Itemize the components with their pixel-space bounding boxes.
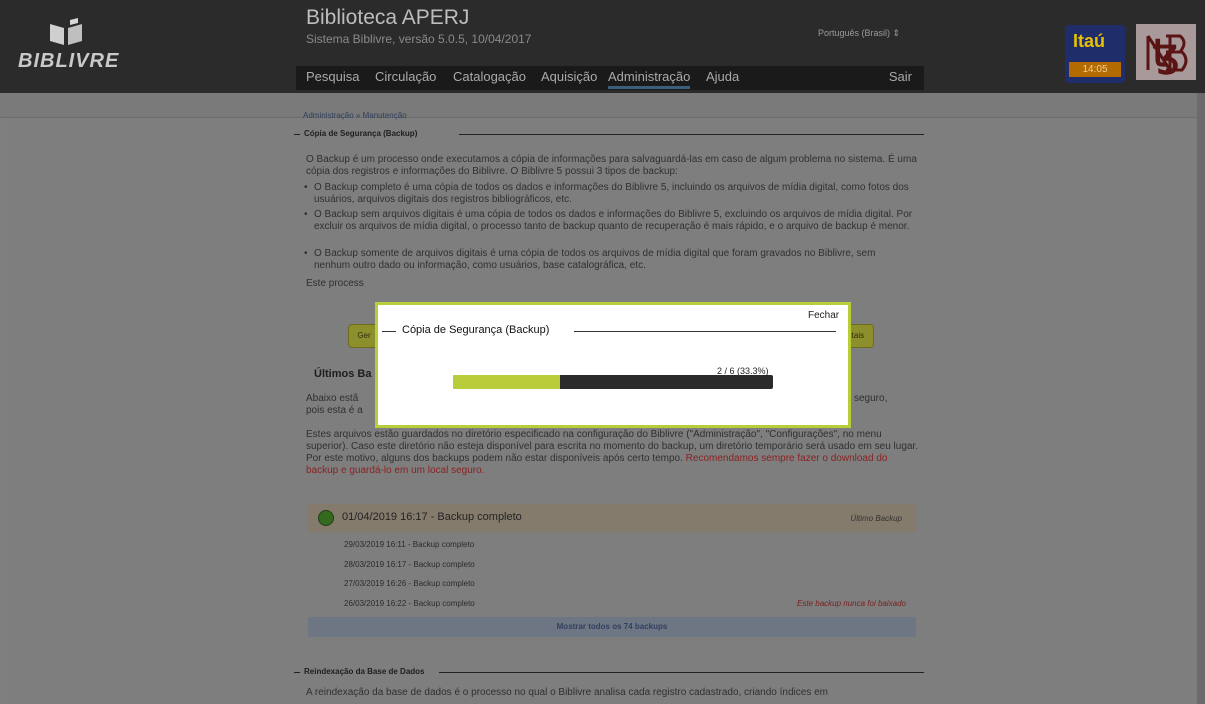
menu-pesquisa[interactable]: Pesquisa bbox=[306, 69, 359, 84]
book-icon bbox=[50, 18, 82, 45]
dialog-rule bbox=[574, 331, 836, 332]
menu-ajuda[interactable]: Ajuda bbox=[706, 69, 739, 84]
reindex-text: A reindexação da base de dados é o proce… bbox=[306, 687, 828, 698]
backup-progress-dialog: Fechar Cópia de Segurança (Backup) 2 / 6… bbox=[375, 302, 851, 428]
language-select[interactable]: Português (Brasil) ⇕ bbox=[818, 28, 900, 39]
bullet-full-backup: O Backup completo é uma cópia de todos o… bbox=[304, 182, 914, 206]
menu-aquisicao[interactable]: Aquisição bbox=[541, 69, 597, 84]
biblivre-logo[interactable]: BIBLIVRE bbox=[10, 10, 150, 85]
breadcrumb[interactable]: Administração » Manutenção bbox=[303, 111, 407, 120]
storage-info: Estes arquivos estão guardados no diretó… bbox=[306, 429, 918, 477]
backup-list-item[interactable]: 26/03/2019 16:22 - Backup completo bbox=[344, 599, 475, 608]
breadcrumb-strip bbox=[0, 93, 1205, 118]
backup-list-item[interactable]: 29/03/2019 16:11 - Backup completo bbox=[344, 540, 474, 549]
clock: 14:05 bbox=[1069, 62, 1121, 77]
top-header: BIBLIVRE Biblioteca APERJ Sistema Bibliv… bbox=[0, 0, 1205, 93]
bullet-digital-only-backup: O Backup somente de arquivos digitais é … bbox=[304, 248, 914, 272]
dialog-title: Cópia de Segurança (Backup) bbox=[398, 324, 554, 336]
itau-badge: Itaú 14:05 bbox=[1065, 25, 1125, 83]
bank-logo: ꜩ bbox=[1136, 24, 1196, 80]
main-menu: Pesquisa Circulação Catalogação Aquisiçã… bbox=[296, 66, 924, 90]
logo-text: BIBLIVRE bbox=[18, 50, 120, 72]
backup-list-item[interactable]: 28/03/2019 16:17 - Backup completo bbox=[344, 560, 475, 569]
close-dialog-button[interactable]: Fechar bbox=[808, 310, 839, 321]
menu-administracao[interactable]: Administração bbox=[608, 69, 691, 89]
fieldset-rule bbox=[294, 134, 300, 135]
bullet-no-digital-backup: O Backup sem arquivos digitais é uma cóp… bbox=[304, 209, 914, 233]
latest-backup-row[interactable]: 01/04/2019 16:17 - Backup completo Últim… bbox=[308, 504, 916, 532]
latest-backup-label: 01/04/2019 16:17 - Backup completo bbox=[342, 511, 522, 523]
show-all-backups-button[interactable]: Mostrar todos os 74 backups bbox=[308, 617, 916, 637]
last-backups-title: Últimos Ba bbox=[314, 368, 372, 380]
fieldset-rule bbox=[294, 672, 300, 673]
scrollbar[interactable] bbox=[1197, 93, 1205, 704]
backup-list-item[interactable]: 27/03/2019 16:26 - Backup completo bbox=[344, 579, 475, 588]
fieldset-rule bbox=[459, 134, 924, 135]
dialog-rule bbox=[382, 331, 396, 332]
fieldset-rule bbox=[439, 672, 924, 673]
progress-fill bbox=[453, 375, 560, 389]
system-version: Sistema Biblivre, versão 5.0.5, 10/04/20… bbox=[306, 32, 532, 46]
backup-section-title: Cópia de Segurança (Backup) bbox=[304, 129, 418, 138]
progress-bar bbox=[453, 375, 773, 389]
backup-intro: O Backup é um processo onde executamos a… bbox=[306, 154, 917, 177]
library-title: Biblioteca APERJ bbox=[306, 6, 470, 29]
logout-button[interactable]: Sair bbox=[889, 69, 912, 84]
menu-circulacao[interactable]: Circulação bbox=[375, 69, 436, 84]
itau-logo: Itaú bbox=[1073, 31, 1106, 51]
reindex-section-title: Reindexação da Base de Dados bbox=[304, 667, 425, 676]
last-backups-text-right: seguro, bbox=[854, 393, 888, 404]
restore-icon[interactable] bbox=[318, 510, 334, 526]
process-text: Este process bbox=[306, 278, 364, 289]
monogram-icon: ꜩ bbox=[1146, 33, 1188, 75]
menu-catalogacao[interactable]: Catalogação bbox=[453, 69, 526, 84]
latest-backup-tag: Último Backup bbox=[850, 514, 902, 523]
backup-not-downloaded-warning: Este backup nunca foi baixado bbox=[797, 599, 906, 608]
